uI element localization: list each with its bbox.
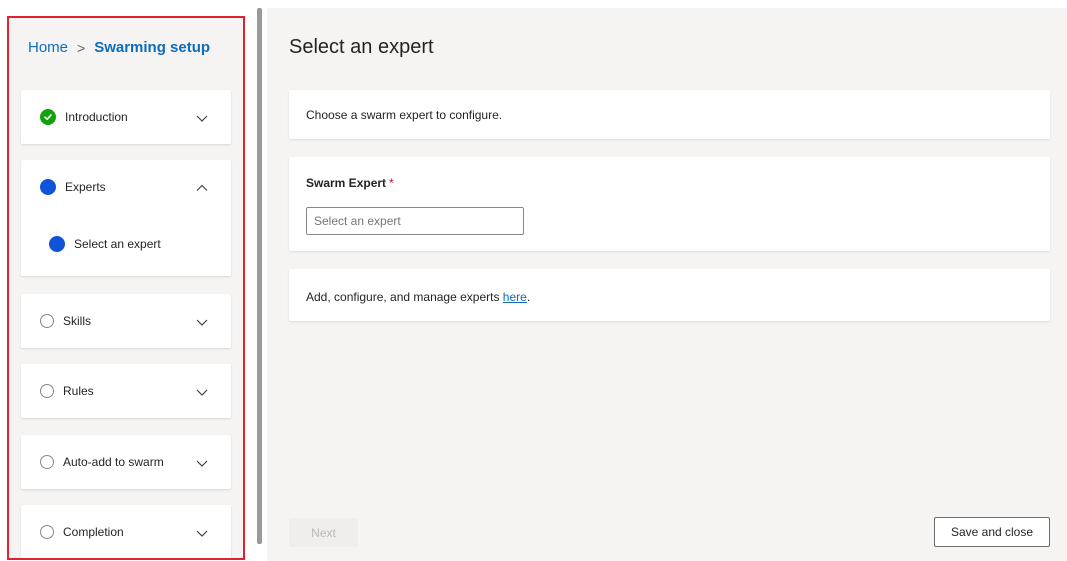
chevron-down-icon (196, 530, 208, 537)
step-rules-label: Rules (63, 384, 94, 398)
step-completion: Completion (21, 505, 231, 558)
step-introduction: Introduction (21, 90, 231, 144)
step-experts: Experts Select an expert (21, 160, 231, 276)
empty-circle-icon (40, 384, 54, 398)
empty-circle-icon (40, 314, 54, 328)
manage-experts-here-link[interactable]: here (503, 290, 527, 304)
manage-experts-card: Add, configure, and manage experts here. (289, 269, 1050, 321)
manage-experts-suffix: . (526, 290, 531, 304)
swarm-expert-label: Swarm Expert * (306, 176, 394, 190)
instruction-card: Choose a swarm expert to configure. (289, 90, 1050, 139)
expert-field-card: Swarm Expert * (289, 157, 1050, 251)
step-auto-add-label: Auto-add to swarm (63, 455, 164, 469)
current-substep-dot-icon (49, 236, 65, 252)
next-button[interactable]: Next (289, 518, 358, 547)
chevron-down-icon (196, 389, 208, 396)
required-marker: * (389, 176, 394, 190)
main-panel: Select an expert Choose a swarm expert t… (267, 8, 1067, 561)
empty-circle-icon (40, 455, 54, 469)
step-rules: Rules (21, 364, 231, 418)
page-title: Select an expert (289, 36, 434, 58)
breadcrumb-current: Swarming setup (94, 39, 211, 56)
step-auto-add: Auto-add to swarm (21, 435, 231, 489)
expert-select-input[interactable] (306, 207, 524, 235)
chevron-up-icon (196, 184, 208, 191)
breadcrumb-home-link[interactable]: Home (28, 39, 68, 56)
panel-splitter[interactable] (257, 8, 262, 544)
chevron-down-icon (196, 319, 208, 326)
step-skills: Skills (21, 294, 231, 348)
step-introduction-header[interactable]: Introduction (21, 90, 231, 144)
instruction-text: Choose a swarm expert to configure. (306, 108, 503, 122)
swarm-expert-label-text: Swarm Expert (306, 176, 387, 190)
step-completion-header[interactable]: Completion (21, 505, 231, 558)
save-and-close-button[interactable]: Save and close (934, 517, 1050, 547)
step-skills-label: Skills (63, 314, 92, 328)
manage-experts-prefix: Add, configure, and manage experts (306, 290, 503, 304)
empty-circle-icon (40, 525, 54, 539)
step-experts-label: Experts (65, 180, 106, 194)
checkmark-circle-icon (40, 109, 56, 125)
setup-sidebar: Home > Swarming setup Introduction Exper… (7, 16, 245, 560)
step-auto-add-header[interactable]: Auto-add to swarm (21, 435, 231, 489)
step-experts-header[interactable]: Experts (21, 160, 231, 214)
breadcrumb: Home > Swarming setup (28, 39, 210, 56)
substep-select-expert[interactable]: Select an expert (49, 236, 161, 252)
step-introduction-label: Introduction (65, 110, 128, 124)
breadcrumb-separator: > (77, 39, 86, 56)
step-rules-header[interactable]: Rules (21, 364, 231, 418)
current-step-dot-icon (40, 179, 56, 195)
step-completion-label: Completion (63, 525, 124, 539)
step-skills-header[interactable]: Skills (21, 294, 231, 348)
chevron-down-icon (196, 460, 208, 467)
substep-select-expert-label: Select an expert (74, 237, 161, 251)
manage-experts-text: Add, configure, and manage experts here. (306, 290, 530, 304)
chevron-down-icon (196, 115, 208, 122)
